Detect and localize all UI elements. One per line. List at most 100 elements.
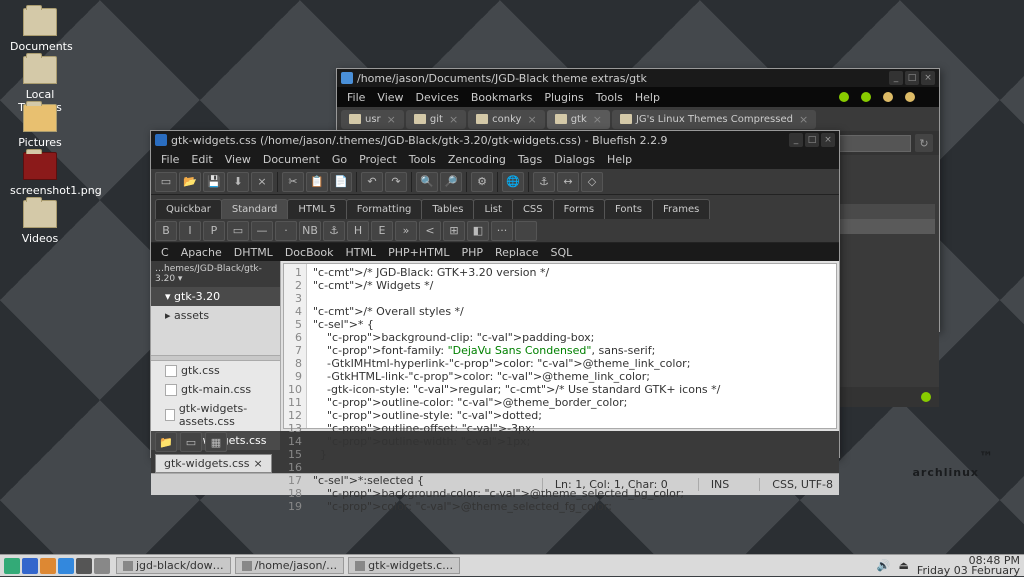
close-icon[interactable]: × [387,113,396,126]
html-button[interactable]: NB [299,221,321,241]
menu-item[interactable]: Help [601,153,638,166]
tray-icon[interactable]: 🔊 [877,559,891,572]
lang-tab[interactable]: Replace [489,246,545,259]
html-button[interactable]: ◧ [467,221,489,241]
toolbar-button[interactable]: 🌐 [502,172,524,192]
doc-icon[interactable]: ▭ [180,432,202,452]
max-button[interactable]: □ [905,71,919,85]
folder-tab[interactable]: usr× [341,110,404,129]
lang-tab[interactable]: Apache [175,246,228,259]
menu-item[interactable]: File [341,91,371,104]
tree-node[interactable]: gtk-3.20 [151,287,280,306]
toolbar-button[interactable]: × [251,172,273,192]
toolbar-button[interactable]: ✂ [282,172,304,192]
document-tab[interactable]: gtk-widgets.css× [155,454,272,473]
document-tabs[interactable]: gtk-widgets.css× [151,453,839,473]
folder-icon[interactable]: 📁 [155,432,177,452]
lang-tab[interactable]: PHP+HTML [382,246,455,259]
tab-forms[interactable]: Forms [553,199,605,219]
taskbar-panel[interactable]: jgd-black/dow…/home/jason/…gtk-widgets.c… [0,554,1024,576]
toolbar-button[interactable]: ↷ [385,172,407,192]
toolbar-button[interactable]: 🔍 [416,172,438,192]
menu-item[interactable]: Project [353,153,403,166]
tab-tables[interactable]: Tables [421,199,474,219]
menu-icon[interactable] [4,558,20,574]
file-entry[interactable]: gtk-widgets-assets.css [151,399,280,431]
grid-icon[interactable]: ▦ [205,432,227,452]
toolbar-button[interactable]: ↔ [557,172,579,192]
file-entry[interactable]: gtk-main.css [151,380,280,399]
close-button[interactable]: × [921,71,935,85]
toolbar-button[interactable]: 🔎 [440,172,462,192]
tab-standard[interactable]: Standard [221,199,289,219]
toolbar-button[interactable]: ◇ [581,172,603,192]
task-button[interactable]: jgd-black/dow… [116,557,231,574]
file-tree[interactable]: …hemes/JGD-Black/gtk-3.20 ▾ gtk-3.20asse… [151,261,281,431]
menu-item[interactable]: Bookmarks [465,91,538,104]
path-crumb[interactable]: …hemes/JGD-Black/gtk-3.20 ▾ [151,261,280,287]
editor-titlebar[interactable]: gtk-widgets.css (/home/jason/.themes/JGD… [151,131,839,149]
close-icon[interactable]: × [449,113,458,126]
main-toolbar[interactable]: ▭📂💾⬇×✂📋📄↶↷🔍🔎⚙🌐⚓↔◇ [151,169,839,195]
close-icon[interactable]: × [253,457,262,470]
menu-item[interactable]: Tools [403,153,442,166]
tab-group-bar[interactable]: QuickbarStandardHTML 5FormattingTablesLi… [151,195,839,219]
desktop-icon[interactable]: screenshot1.png [10,152,70,197]
folder-tab[interactable]: git× [406,110,466,129]
menu-item[interactable]: View [371,91,409,104]
lang-bar[interactable]: CApacheDHTMLDocBookHTMLPHP+HTMLPHPReplac… [151,243,839,261]
files-icon[interactable] [94,558,110,574]
clock[interactable]: 08:48 PMFriday 03 February [917,556,1020,576]
html-button[interactable]: ⊞ [443,221,465,241]
tab-css[interactable]: CSS [512,199,554,219]
terminal-icon[interactable] [76,558,92,574]
html-button[interactable]: ▭ [227,221,249,241]
lang-tab[interactable]: C [155,246,175,259]
task-button[interactable]: /home/jason/… [235,557,345,574]
html-button[interactable]: — [251,221,273,241]
tab-html 5[interactable]: HTML 5 [287,199,346,219]
lang-tab[interactable]: DocBook [279,246,340,259]
file-entry[interactable]: gtk.css [151,361,280,380]
go-button[interactable]: ↻ [915,134,933,152]
folder-tab[interactable]: JG's Linux Themes Compressed× [612,110,816,129]
toolbar-button[interactable]: ⚓ [533,172,555,192]
tab-frames[interactable]: Frames [652,199,710,219]
firefox-icon[interactable] [22,558,38,574]
close-icon[interactable]: × [799,113,808,126]
toolbar-button[interactable]: ▭ [155,172,177,192]
file-manager-titlebar[interactable]: /home/jason/Documents/JGD-Black theme ex… [337,69,939,87]
close-icon[interactable]: × [527,113,536,126]
toolbar-button[interactable]: ↶ [361,172,383,192]
lang-tab[interactable]: HTML [339,246,382,259]
close-button[interactable]: × [821,133,835,147]
task-button[interactable]: gtk-widgets.c… [348,557,460,574]
desktop-icon[interactable]: Pictures [10,104,70,149]
menu-item[interactable]: Document [257,153,326,166]
html-toolbar[interactable]: BIP▭—·NB⚓HE»<⊞◧··· [151,219,839,243]
menu-item[interactable]: Go [326,153,353,166]
folder-tab[interactable]: gtk× [547,110,610,129]
menu-item[interactable]: Tools [590,91,629,104]
html-button[interactable]: B [155,221,177,241]
tab-fonts[interactable]: Fonts [604,199,653,219]
desktop-icon[interactable]: Videos [10,200,70,245]
file-manager-menubar[interactable]: FileViewDevicesBookmarksPluginsToolsHelp [337,87,939,107]
tab-list[interactable]: List [473,199,512,219]
code-editor[interactable]: 12345678910111213141516171819 "c-cmt">/*… [283,263,837,429]
html-button[interactable]: P [203,221,225,241]
folder-tab[interactable]: conky× [468,110,545,129]
html-button[interactable]: I [179,221,201,241]
editor-window[interactable]: gtk-widgets.css (/home/jason/.themes/JGD… [150,130,840,458]
html-button[interactable]: » [395,221,417,241]
toolbar-button[interactable]: ⚙ [471,172,493,192]
html-button[interactable]: < [419,221,441,241]
lang-tab[interactable]: PHP [455,246,489,259]
firefox2-icon[interactable] [40,558,56,574]
close-icon[interactable]: × [593,113,602,126]
menu-item[interactable]: View [219,153,257,166]
chromium-icon[interactable] [58,558,74,574]
html-button[interactable]: · [275,221,297,241]
html-button[interactable] [515,221,537,241]
toolbar-button[interactable]: ⬇ [227,172,249,192]
